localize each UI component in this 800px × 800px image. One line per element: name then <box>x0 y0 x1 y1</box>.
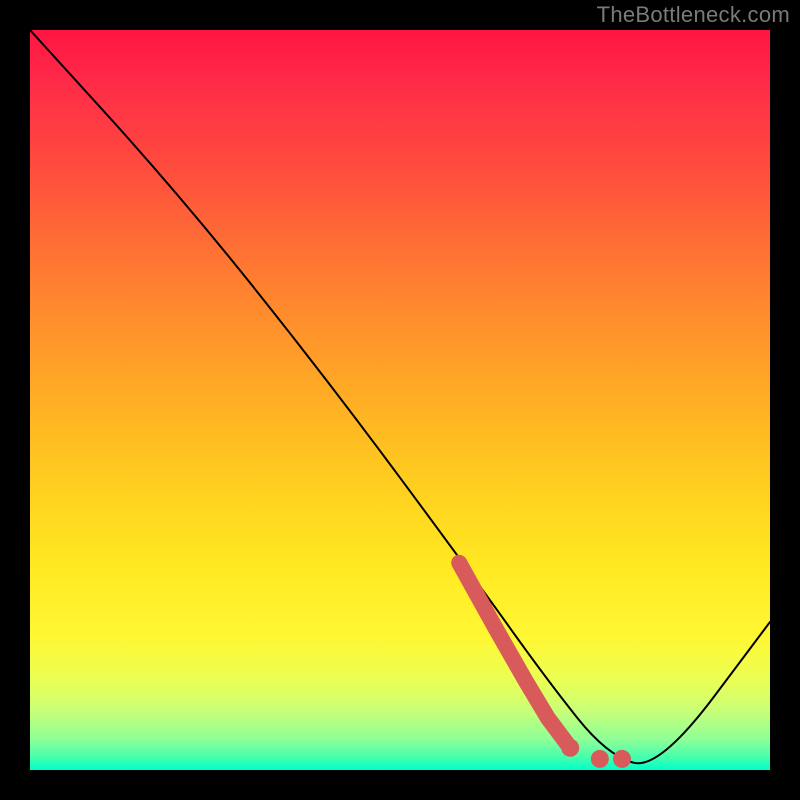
highlight-dot <box>591 750 609 768</box>
highlight-dots <box>561 739 631 768</box>
highlight-dot <box>561 739 579 757</box>
highlight-segment-path <box>459 563 570 748</box>
chart-svg <box>30 30 770 770</box>
chart-container: TheBottleneck.com <box>0 0 800 800</box>
bottleneck-curve-path <box>30 30 770 763</box>
highlight-dot <box>613 750 631 768</box>
watermark-text: TheBottleneck.com <box>597 2 790 28</box>
plot-area <box>30 30 770 770</box>
